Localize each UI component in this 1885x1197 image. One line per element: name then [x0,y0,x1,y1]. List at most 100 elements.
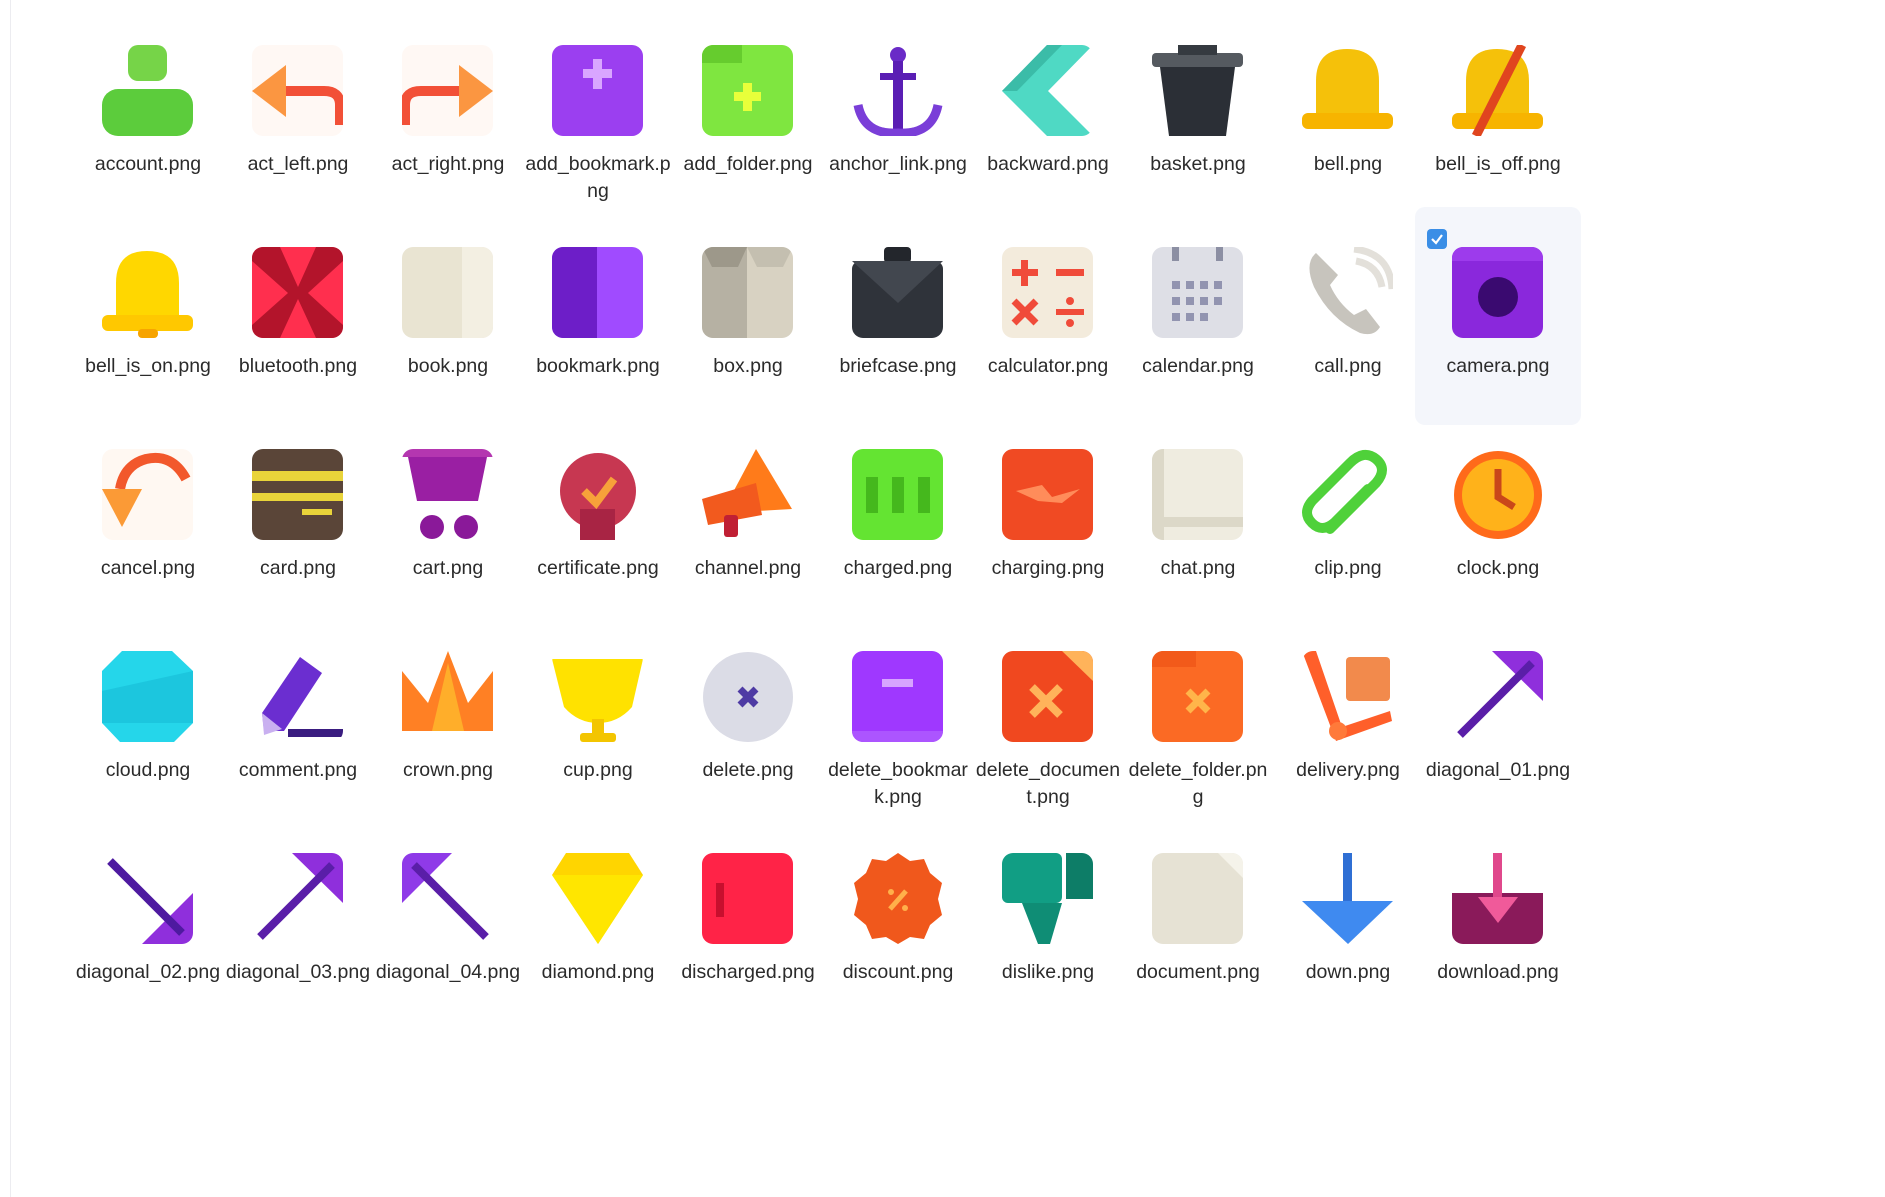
file-item[interactable]: download.png [1415,813,1581,1031]
cup-icon[interactable] [552,651,643,742]
file-item[interactable]: chat.png [1115,409,1281,627]
delivery-icon[interactable] [1302,651,1393,742]
file-item[interactable]: document.png [1115,813,1281,1031]
anchor-icon[interactable] [852,45,943,136]
battery-charged-icon[interactable] [852,449,943,540]
act-left-icon[interactable] [252,45,343,136]
file-item[interactable]: discharged.png [665,813,831,1031]
basket-icon[interactable] [1152,45,1243,136]
file-item[interactable]: delete_folder.png [1115,611,1281,829]
file-item[interactable]: basket.png [1115,5,1281,223]
file-item[interactable]: discount.png [815,813,981,1031]
file-item[interactable]: calculator.png [965,207,1131,425]
file-item[interactable]: add_folder.png [665,5,831,223]
file-item[interactable]: charged.png [815,409,981,627]
calculator-icon[interactable] [1002,247,1093,338]
cloud-icon[interactable] [102,651,193,742]
arrow-down-left-icon[interactable] [252,853,343,944]
book-icon[interactable] [402,247,493,338]
file-item[interactable]: diagonal_01.png [1415,611,1581,829]
file-item[interactable]: dislike.png [965,813,1131,1031]
file-item[interactable]: comment.png [215,611,381,829]
delete-bookmark-icon[interactable] [852,651,943,742]
cart-icon[interactable] [402,449,493,540]
call-icon[interactable] [1302,247,1393,338]
bell-off-icon[interactable] [1452,45,1543,136]
crown-icon[interactable] [402,651,493,742]
add-bookmark-icon[interactable] [552,45,643,136]
dislike-icon[interactable] [1002,853,1093,944]
file-item[interactable]: diagonal_03.png [215,813,381,1031]
backward-icon[interactable] [1002,45,1093,136]
delete-document-icon[interactable] [1002,651,1093,742]
arrow-down-icon[interactable] [1302,853,1393,944]
arrow-up-left-icon[interactable] [402,853,493,944]
file-item[interactable]: bell.png [1265,5,1431,223]
file-item[interactable]: cancel.png [65,409,231,627]
file-item[interactable]: crown.png [365,611,531,829]
chat-icon[interactable] [1152,449,1243,540]
arrow-down-left-icon[interactable] [1452,651,1543,742]
file-item[interactable]: certificate.png [515,409,681,627]
file-item[interactable]: clip.png [1265,409,1431,627]
account-icon[interactable] [102,45,193,136]
file-item[interactable]: act_left.png [215,5,381,223]
act-right-icon[interactable] [402,45,493,136]
file-item[interactable]: diagonal_02.png [65,813,231,1031]
file-item[interactable]: delete.png [665,611,831,829]
file-item[interactable]: cart.png [365,409,531,627]
diamond-icon[interactable] [552,853,643,944]
file-item[interactable]: bookmark.png [515,207,681,425]
file-item[interactable]: bluetooth.png [215,207,381,425]
file-item[interactable]: call.png [1265,207,1431,425]
file-item[interactable]: bell_is_off.png [1415,5,1581,223]
bell-icon[interactable] [1302,45,1393,136]
bell-on-icon[interactable] [102,247,193,338]
download-icon[interactable] [1452,853,1543,944]
file-item[interactable]: diamond.png [515,813,681,1031]
comment-icon[interactable] [252,651,343,742]
file-item[interactable]: delete_document.png [965,611,1131,829]
briefcase-icon[interactable] [852,247,943,338]
file-item[interactable]: cloud.png [65,611,231,829]
file-item[interactable]: bell_is_on.png [65,207,231,425]
clock-icon[interactable] [1452,449,1543,540]
file-item[interactable]: down.png [1265,813,1431,1031]
file-item[interactable]: act_right.png [365,5,531,223]
clip-icon[interactable] [1302,449,1393,540]
delete-folder-icon[interactable] [1152,651,1243,742]
file-item[interactable]: briefcase.png [815,207,981,425]
file-item[interactable]: channel.png [665,409,831,627]
file-item[interactable]: backward.png [965,5,1131,223]
file-item[interactable]: delivery.png [1265,611,1431,829]
document-icon[interactable] [1152,853,1243,944]
box-icon[interactable] [702,247,793,338]
bluetooth-icon[interactable] [252,247,343,338]
megaphone-icon[interactable] [702,449,793,540]
battery-discharged-icon[interactable] [702,853,793,944]
certificate-icon[interactable] [552,449,643,540]
file-item[interactable]: calendar.png [1115,207,1281,425]
discount-icon[interactable] [852,853,943,944]
bookmark-icon[interactable] [552,247,643,338]
file-item[interactable]: cup.png [515,611,681,829]
file-item[interactable]: add_bookmark.png [515,5,681,223]
file-item[interactable]: camera.png [1415,207,1581,425]
camera-icon[interactable] [1452,247,1543,338]
file-item[interactable]: charging.png [965,409,1131,627]
file-item[interactable]: anchor_link.png [815,5,981,223]
file-item[interactable]: delete_bookmark.png [815,611,981,829]
cancel-icon[interactable] [102,449,193,540]
calendar-icon[interactable] [1152,247,1243,338]
file-item[interactable]: clock.png [1415,409,1581,627]
delete-icon[interactable] [702,651,793,742]
card-icon[interactable] [252,449,343,540]
selection-checkbox[interactable] [1427,229,1447,249]
arrow-down-right-icon[interactable] [102,853,193,944]
add-folder-icon[interactable] [702,45,793,136]
file-item[interactable]: book.png [365,207,531,425]
file-item[interactable]: card.png [215,409,381,627]
file-item[interactable]: box.png [665,207,831,425]
file-item[interactable]: account.png [65,5,231,223]
file-item[interactable]: diagonal_04.png [365,813,531,1031]
